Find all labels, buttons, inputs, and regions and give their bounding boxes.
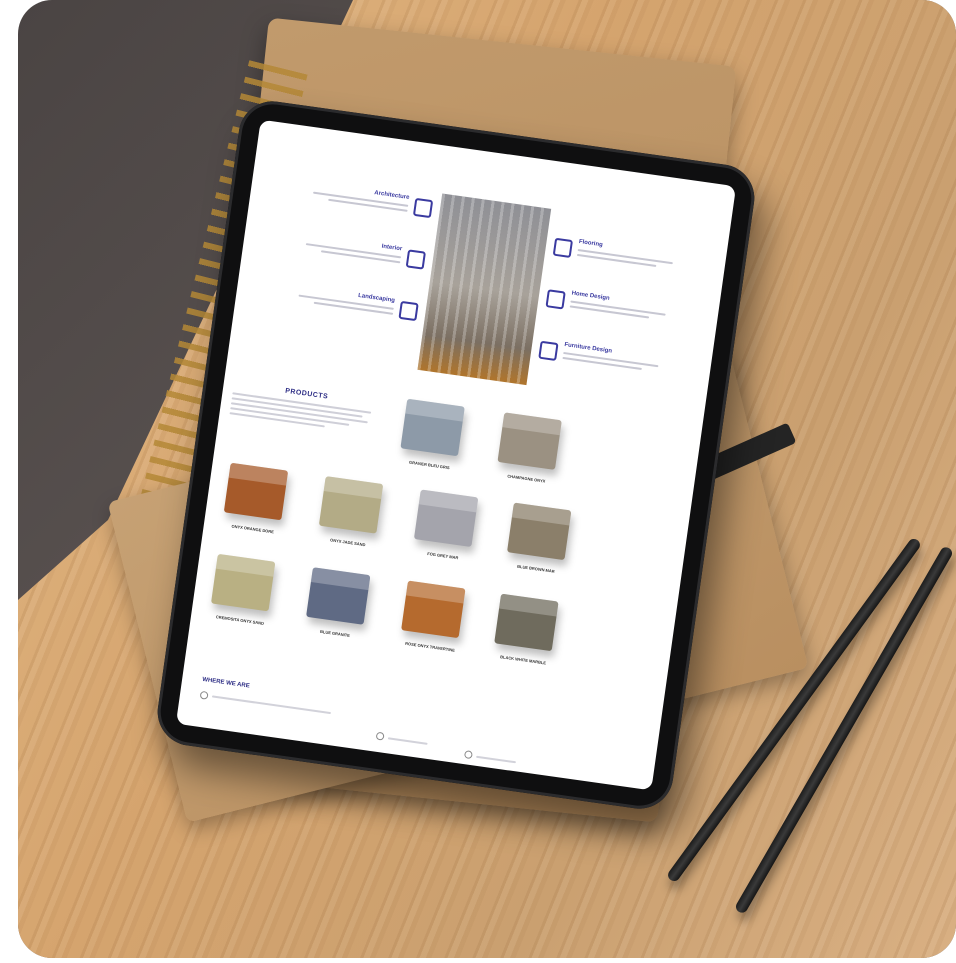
photo-scene: Architecture Interior Landscaping Floori… (18, 0, 956, 958)
sofa-icon (405, 249, 426, 270)
tablet-device: Architecture Interior Landscaping Floori… (153, 96, 759, 814)
home-icon (545, 289, 566, 310)
feature-title: Architecture (373, 190, 410, 201)
tablet-screen: Architecture Interior Landscaping Floori… (175, 119, 737, 791)
floor-icon (552, 237, 574, 259)
phone-line (387, 737, 428, 745)
chair-icon (538, 340, 559, 362)
stone-cube-image (318, 476, 384, 534)
product-name: BLUE BROWN MAR (516, 563, 556, 574)
product-name: FOG GREY MAR (427, 550, 459, 561)
landscape-icon (398, 300, 419, 322)
products-heading: PRODUCTS (284, 387, 329, 401)
product-card[interactable]: FOG GREY MAR (396, 484, 497, 582)
product-name: ONYX JADE SAND (329, 537, 366, 548)
stone-cube-image (400, 398, 465, 457)
where-we-are-heading: WHERE WE ARE (201, 676, 250, 690)
stone-cube-image (413, 489, 479, 548)
feature-title: Landscaping (357, 292, 396, 304)
product-name: GRAVIER BLEU GRIS (408, 459, 450, 471)
product-name: ONYX ORANGE DORE (231, 523, 275, 535)
stone-cube-image (494, 593, 559, 652)
stone-cube-image (506, 502, 572, 561)
product-card[interactable]: CHAMPAGNE ONYX (479, 406, 580, 504)
stone-cube-image (306, 567, 371, 625)
address-line (211, 695, 332, 715)
phone-icon (375, 731, 385, 741)
email-line (476, 755, 516, 764)
product-card[interactable]: ROSE ONYX TRAVERTINE (383, 575, 484, 673)
stone-cube-image (497, 412, 562, 470)
product-card[interactable]: BLUE GRANITE (288, 561, 389, 659)
stone-cube-image (210, 553, 276, 612)
stone-cube-image (223, 462, 289, 521)
product-card[interactable]: BLUE BROWN MAR (489, 497, 590, 595)
product-card[interactable]: ONYX JADE SAND (301, 470, 402, 568)
product-name: BLUE GRANITE (319, 628, 351, 638)
products-description (229, 392, 372, 436)
feature-title: Interior (381, 243, 403, 253)
product-name: CREMOSITA ONYX SAND (215, 614, 265, 626)
product-card[interactable]: BLACK WHITE MARBLE (476, 588, 577, 686)
feature-title: Home Design (571, 290, 610, 302)
stone-cube-image (401, 580, 466, 639)
product-card[interactable]: GRAVIER BLEU GRIS (382, 393, 483, 491)
product-name: CHAMPAGNE ONYX (507, 473, 546, 484)
product-name: BLACK WHITE MARBLE (499, 654, 547, 666)
hero-image (417, 193, 552, 386)
product-card[interactable]: ONYX ORANGE DORE (205, 457, 306, 555)
location-icon (199, 690, 209, 700)
feature-title: Flooring (578, 239, 604, 249)
email-icon (463, 750, 473, 760)
building-icon (412, 197, 434, 219)
product-card[interactable]: CREMOSITA ONYX SAND (193, 548, 294, 646)
product-name: ROSE ONYX TRAVERTINE (404, 640, 456, 653)
